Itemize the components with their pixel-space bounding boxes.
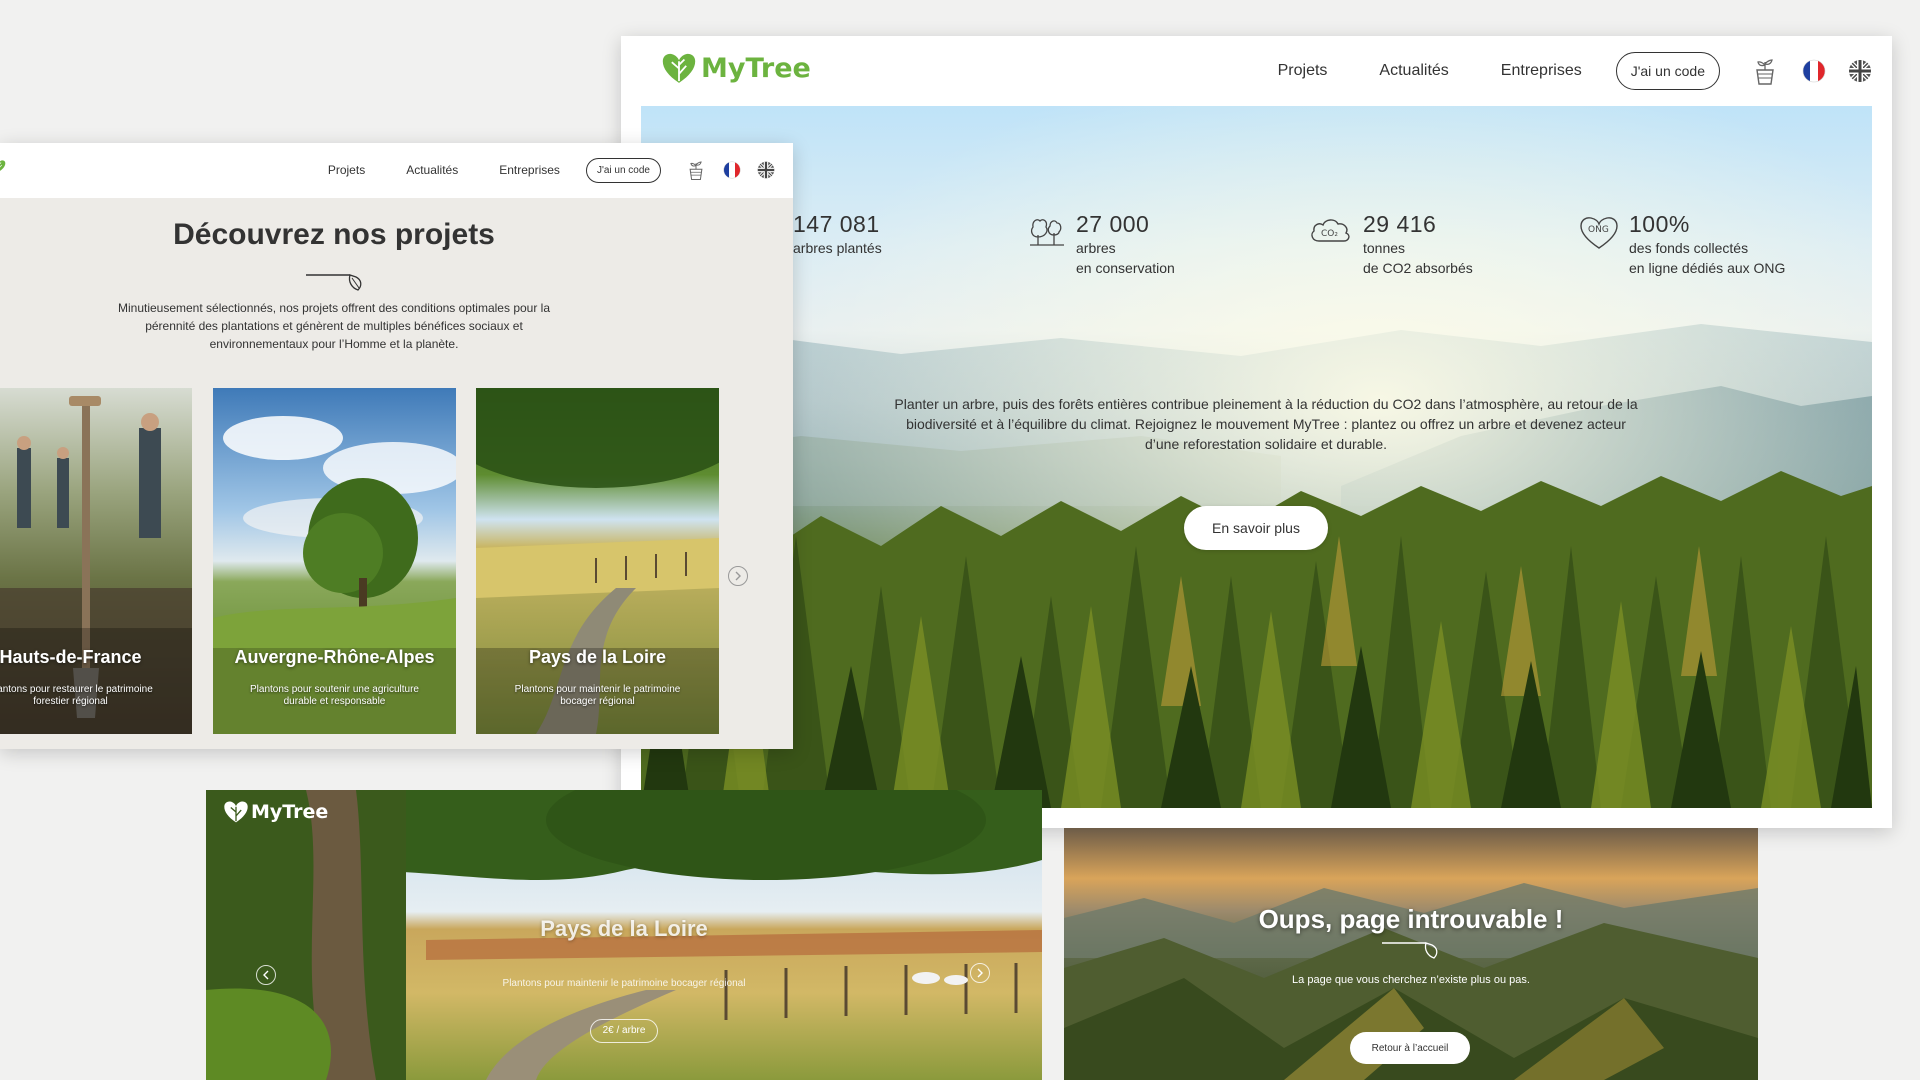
stat-ong-funds: ONG 100% des fonds collectés en ligne dé… (1579, 211, 1785, 278)
nav-link-projets[interactable]: Projets (1278, 62, 1328, 80)
nav-link-entreprises[interactable]: Entreprises (499, 163, 560, 177)
stat-label: de CO2 absorbés (1363, 260, 1473, 276)
chevron-left-icon (263, 970, 269, 980)
project-photo (476, 388, 719, 734)
mytree-logo[interactable]: MyTree (661, 52, 811, 85)
uk-flag-icon[interactable] (1848, 59, 1872, 83)
projects-section: Découvrez nos projets Minutieusement sél… (0, 198, 793, 749)
uk-flag-icon[interactable] (757, 161, 775, 179)
nav-link-actualites[interactable]: Actualités (406, 163, 458, 177)
ong-heart-icon: ONG (1580, 217, 1618, 249)
tree-pot-icon[interactable] (1750, 56, 1780, 86)
prev-arrow-button[interactable] (256, 965, 276, 985)
stat-label: en ligne dédiés aux ONG (1629, 260, 1786, 276)
nav-link-actualites[interactable]: Actualités (1379, 62, 1448, 80)
next-arrow-button[interactable] (728, 566, 748, 586)
card-subtitle: Plantons pour maintenir le patrimoine bo… (514, 684, 681, 707)
next-arrow-button[interactable] (970, 963, 990, 983)
forest-icon (1030, 219, 1064, 246)
nav-link-entreprises[interactable]: Entreprises (1501, 62, 1582, 80)
hero-description: Planter un arbre, puis des forêts entièr… (894, 396, 1638, 452)
stat-number: 147 081 (793, 211, 880, 237)
stat-number: 100% (1629, 211, 1690, 237)
nav-links: Projets Actualités Entreprises J'ai un c… (328, 154, 775, 186)
slider-subtitle: Plantons pour maintenir le patrimoine bo… (502, 978, 746, 989)
stat-co2: CO₂ 29 416 tonnes de CO2 absorbés (1309, 211, 1473, 278)
project-card[interactable]: Pays de la Loire Plantons pour maintenir… (476, 388, 719, 734)
project-card[interactable]: Auvergne-Rhône-Alpes Plantons pour soute… (213, 388, 456, 734)
tree-pot-icon[interactable] (685, 159, 707, 181)
stat-trees-planted: 147 081 arbres plantés (793, 211, 882, 258)
stat-label: en conservation (1076, 260, 1175, 276)
co2-cloud-icon: CO₂ (1311, 219, 1350, 242)
mytree-logo-white[interactable]: MyTree (223, 800, 328, 824)
card-title: Auvergne-Rhône-Alpes (234, 647, 435, 667)
nav-link-projets[interactable]: Projets (328, 163, 365, 177)
main-navbar: MyTree Projets Actualités Entreprises J'… (621, 36, 1892, 106)
stat-label: tonnes (1363, 240, 1406, 256)
card-subtitle: Plantons pour soutenir une agriculture d… (250, 684, 419, 707)
france-flag-icon[interactable] (1802, 59, 1826, 83)
hero-section: 147 081 arbres plantés 27 000 arbres en … (641, 106, 1872, 808)
slider-title: Pays de la Loire (540, 916, 708, 941)
leaf-logo-icon (0, 159, 6, 173)
error-title: Oups, page introuvable ! (1258, 904, 1564, 934)
card-subtitle: Plantons pour restaurer le patrimoine fo… (0, 684, 153, 707)
logo-text: MyTree (251, 801, 329, 823)
nav-links: Projets Actualités Entreprises J'ai un c… (1278, 49, 1872, 93)
mytree-logo[interactable] (0, 159, 6, 173)
stat-label: arbres plantés (793, 240, 882, 256)
leaf-logo-icon (661, 52, 697, 85)
projects-page-screenshot: Projets Actualités Entreprises J'ai un c… (0, 143, 793, 749)
back-home-button[interactable]: Retour à l’accueil (1350, 1032, 1470, 1064)
project-detail-screenshot: MyTree Pays de la Loire Plantons pour ma… (206, 790, 1042, 1080)
leaf-divider-icon (306, 272, 364, 292)
svg-text:CO₂: CO₂ (1321, 229, 1338, 239)
projects-navbar: Projets Actualités Entreprises J'ai un c… (0, 143, 793, 198)
project-card[interactable]: Hauts-de-France Plantons pour restaurer … (0, 388, 192, 734)
leaf-logo-icon (224, 801, 248, 823)
stat-label: arbres (1076, 240, 1116, 256)
france-flag-icon[interactable] (723, 161, 741, 179)
svg-text:ONG: ONG (1588, 225, 1609, 235)
stat-number: 29 416 (1363, 211, 1437, 237)
learn-more-button[interactable]: En savoir plus (1184, 506, 1328, 550)
projects-title: Découvrez nos projets (173, 218, 495, 251)
error-subtitle: La page que vous cherchez n’existe plus … (1292, 974, 1530, 986)
projects-description: Minutieusement sélectionnés, nos projets… (117, 301, 551, 351)
stat-label: des fonds collectés (1629, 240, 1749, 256)
stat-number: 27 000 (1076, 211, 1150, 237)
code-button[interactable]: J'ai un code (1615, 52, 1720, 90)
card-title: Hauts-de-France (0, 647, 142, 667)
home-page-screenshot: MyTree Projets Actualités Entreprises J'… (621, 36, 1892, 828)
leaf-divider-icon (1382, 942, 1438, 959)
chevron-right-icon (977, 968, 983, 978)
project-photo (213, 388, 456, 734)
logo-text: MyTree (701, 53, 811, 84)
stat-trees-conservation: 27 000 arbres en conservation (1028, 211, 1175, 278)
price-button[interactable]: 2€ / arbre (590, 1019, 658, 1043)
error-404-screenshot: Oups, page introuvable ! La page que vou… (1064, 828, 1758, 1080)
chevron-right-icon (735, 571, 741, 581)
code-button[interactable]: J'ai un code (585, 157, 661, 183)
project-photo (0, 388, 192, 734)
card-title: Pays de la Loire (528, 647, 667, 667)
